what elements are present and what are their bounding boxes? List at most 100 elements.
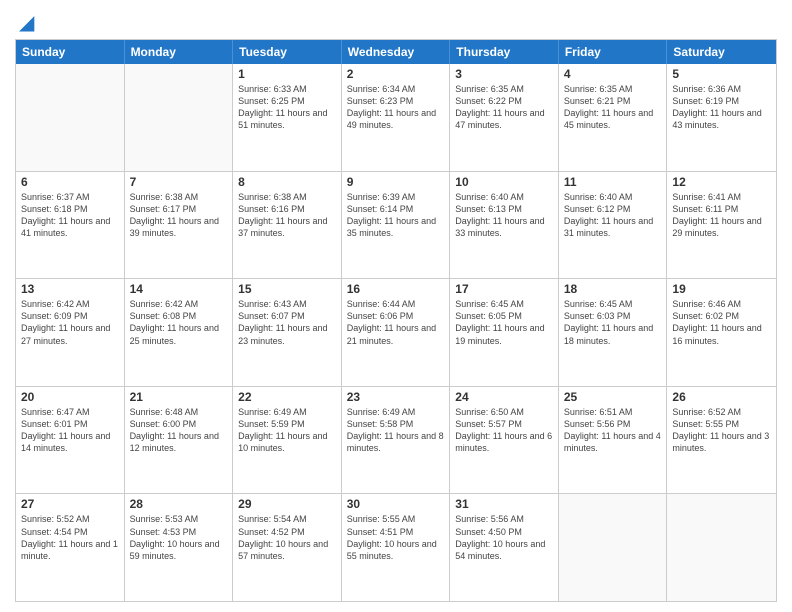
cell-text: Sunrise: 6:52 AMSunset: 5:55 PMDaylight:… [672,406,771,455]
calendar-cell: 29Sunrise: 5:54 AMSunset: 4:52 PMDayligh… [233,494,342,601]
calendar-cell [667,494,776,601]
day-number: 19 [672,282,771,296]
day-number: 15 [238,282,336,296]
calendar-cell: 30 Sunrise: 5:55 AMSunset: 4:51 PMDayligh… [342,494,451,601]
day-header-sunday: Sunday [16,40,125,64]
calendar-cell: 23Sunrise: 6:49 AMSunset: 5:58 PMDayligh… [342,387,451,494]
calendar: SundayMondayTuesdayWednesdayThursdayFrid… [15,39,777,602]
cell-text: Sunrise: 6:50 AMSunset: 5:57 PMDaylight:… [455,406,553,455]
calendar-body: 1 Sunrise: 6:33 AMSunset: 6:25 PMDaylight… [16,64,776,601]
day-header-friday: Friday [559,40,668,64]
cell-text: Sunrise: 6:43 AMSunset: 6:07 PMDaylight:… [238,298,336,347]
page: ◢ SundayMondayTuesdayWednesdayThursdayFr… [0,0,792,612]
day-number: 17 [455,282,553,296]
day-number: 5 [672,67,771,81]
day-number: 2 [347,67,445,81]
calendar-cell: 21 Sunrise: 6:48 AMSunset: 6:00 PMDayligh… [125,387,234,494]
cell-text: Sunrise: 6:34 AMSunset: 6:23 PMDaylight:… [347,83,445,132]
day-number: 10 [455,175,553,189]
day-number: 20 [21,390,119,404]
day-number: 8 [238,175,336,189]
day-number: 16 [347,282,445,296]
logo: ◢ [15,10,34,31]
calendar-cell: 8 Sunrise: 6:38 AMSunset: 6:16 PMDaylight… [233,172,342,279]
cell-text: Sunrise: 6:51 AMSunset: 5:56 PMDaylight:… [564,406,662,455]
cell-text: Sunrise: 6:46 AMSunset: 6:02 PMDaylight:… [672,298,771,347]
calendar-cell [559,494,668,601]
day-number: 3 [455,67,553,81]
cell-text: Sunrise: 6:45 AMSunset: 6:05 PMDaylight:… [455,298,553,347]
day-number: 12 [672,175,771,189]
cell-text: Sunrise: 6:36 AMSunset: 6:19 PMDaylight:… [672,83,771,132]
day-number: 1 [238,67,336,81]
cell-text: Sunrise: 6:38 AMSunset: 6:16 PMDaylight:… [238,191,336,240]
day-number: 21 [130,390,228,404]
day-number: 30 [347,497,445,511]
calendar-week-3: 13 Sunrise: 6:42 AMSunset: 6:09 PMDayligh… [16,278,776,386]
day-number: 25 [564,390,662,404]
calendar-cell: 2 Sunrise: 6:34 AMSunset: 6:23 PMDaylight… [342,64,451,171]
day-number: 24 [455,390,553,404]
calendar-cell: 7 Sunrise: 6:38 AMSunset: 6:17 PMDaylight… [125,172,234,279]
cell-text: Sunrise: 6:41 AMSunset: 6:11 PMDaylight:… [672,191,771,240]
calendar-cell: 4 Sunrise: 6:35 AMSunset: 6:21 PMDaylight… [559,64,668,171]
cell-text: Sunrise: 5:56 AMSunset: 4:50 PMDaylight:… [455,513,553,562]
calendar-cell: 25 Sunrise: 6:51 AMSunset: 5:56 PMDayligh… [559,387,668,494]
calendar-cell: 31 Sunrise: 5:56 AMSunset: 4:50 PMDayligh… [450,494,559,601]
day-number: 18 [564,282,662,296]
calendar-cell: 16 Sunrise: 6:44 AMSunset: 6:06 PMDayligh… [342,279,451,386]
cell-text: Sunrise: 6:42 AMSunset: 6:09 PMDaylight:… [21,298,119,347]
day-number: 9 [347,175,445,189]
day-number: 4 [564,67,662,81]
calendar-cell: 1 Sunrise: 6:33 AMSunset: 6:25 PMDaylight… [233,64,342,171]
day-header-tuesday: Tuesday [233,40,342,64]
header: ◢ [15,10,777,31]
calendar-week-1: 1 Sunrise: 6:33 AMSunset: 6:25 PMDaylight… [16,64,776,171]
cell-text: Sunrise: 6:47 AMSunset: 6:01 PMDaylight:… [21,406,119,455]
calendar-cell: 13 Sunrise: 6:42 AMSunset: 6:09 PMDayligh… [16,279,125,386]
calendar-cell: 14Sunrise: 6:42 AMSunset: 6:08 PMDayligh… [125,279,234,386]
calendar-cell: 19 Sunrise: 6:46 AMSunset: 6:02 PMDayligh… [667,279,776,386]
calendar-cell: 9 Sunrise: 6:39 AMSunset: 6:14 PMDaylight… [342,172,451,279]
calendar-cell: 18 Sunrise: 6:45 AMSunset: 6:03 PMDayligh… [559,279,668,386]
calendar-cell [16,64,125,171]
calendar-cell: 20 Sunrise: 6:47 AMSunset: 6:01 PMDayligh… [16,387,125,494]
day-number: 6 [21,175,119,189]
cell-text: Sunrise: 5:54 AMSunset: 4:52 PMDaylight:… [238,513,336,562]
cell-text: Sunrise: 6:37 AMSunset: 6:18 PMDaylight:… [21,191,119,240]
cell-text: Sunrise: 6:49 AMSunset: 5:59 PMDaylight:… [238,406,336,455]
day-number: 7 [130,175,228,189]
cell-text: Sunrise: 6:33 AMSunset: 6:25 PMDaylight:… [238,83,336,132]
calendar-cell: 6 Sunrise: 6:37 AMSunset: 6:18 PMDaylight… [16,172,125,279]
day-number: 28 [130,497,228,511]
day-header-monday: Monday [125,40,234,64]
calendar-cell [125,64,234,171]
cell-text: Sunrise: 6:40 AMSunset: 6:13 PMDaylight:… [455,191,553,240]
day-number: 14 [130,282,228,296]
cell-text: Sunrise: 6:45 AMSunset: 6:03 PMDaylight:… [564,298,662,347]
calendar-week-2: 6 Sunrise: 6:37 AMSunset: 6:18 PMDaylight… [16,171,776,279]
cell-text: Sunrise: 6:35 AMSunset: 6:21 PMDaylight:… [564,83,662,132]
cell-text: Sunrise: 6:48 AMSunset: 6:00 PMDaylight:… [130,406,228,455]
calendar-week-5: 27Sunrise: 5:52 AMSunset: 4:54 PMDayligh… [16,493,776,601]
cell-text: Sunrise: 5:52 AMSunset: 4:54 PMDaylight:… [21,513,119,562]
calendar-cell: 27Sunrise: 5:52 AMSunset: 4:54 PMDayligh… [16,494,125,601]
day-header-thursday: Thursday [450,40,559,64]
logo-bird-icon: ◢ [19,10,34,35]
cell-text: Sunrise: 6:49 AMSunset: 5:58 PMDaylight:… [347,406,445,455]
calendar-cell: 12 Sunrise: 6:41 AMSunset: 6:11 PMDayligh… [667,172,776,279]
cell-text: Sunrise: 6:38 AMSunset: 6:17 PMDaylight:… [130,191,228,240]
day-number: 11 [564,175,662,189]
calendar-cell: 3Sunrise: 6:35 AMSunset: 6:22 PMDaylight… [450,64,559,171]
cell-text: Sunrise: 5:53 AMSunset: 4:53 PMDaylight:… [130,513,228,562]
day-number: 26 [672,390,771,404]
cell-text: Sunrise: 6:44 AMSunset: 6:06 PMDaylight:… [347,298,445,347]
calendar-cell: 22Sunrise: 6:49 AMSunset: 5:59 PMDayligh… [233,387,342,494]
day-number: 31 [455,497,553,511]
calendar-cell: 26 Sunrise: 6:52 AMSunset: 5:55 PMDayligh… [667,387,776,494]
day-number: 13 [21,282,119,296]
calendar-cell: 15 Sunrise: 6:43 AMSunset: 6:07 PMDayligh… [233,279,342,386]
cell-text: Sunrise: 5:55 AMSunset: 4:51 PMDaylight:… [347,513,445,562]
cell-text: Sunrise: 6:39 AMSunset: 6:14 PMDaylight:… [347,191,445,240]
cell-text: Sunrise: 6:40 AMSunset: 6:12 PMDaylight:… [564,191,662,240]
